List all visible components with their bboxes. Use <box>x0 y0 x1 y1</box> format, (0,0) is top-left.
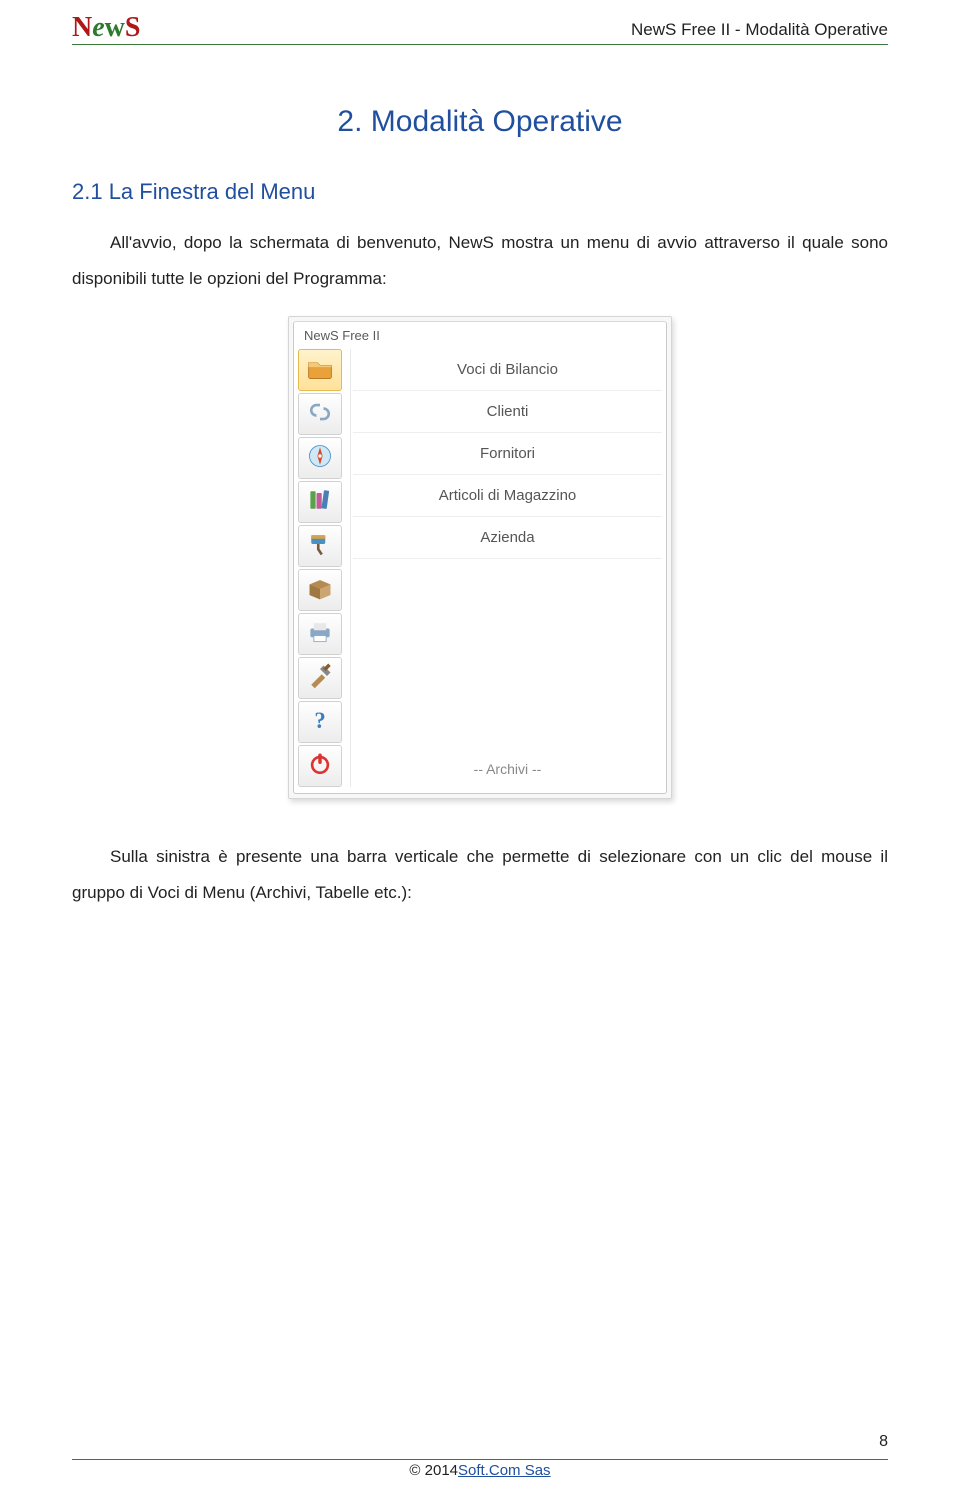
sidebar-btn-books[interactable] <box>298 481 342 523</box>
books-icon <box>306 486 334 519</box>
sidebar-btn-compass[interactable] <box>298 437 342 479</box>
page-header: NewS NewS Free II - Modalità Operative <box>72 0 888 45</box>
copyright-text: © 2014 <box>409 1462 458 1479</box>
tools-icon <box>306 662 334 695</box>
footer-link[interactable]: Soft.Com Sas <box>458 1462 551 1479</box>
sidebar: ? <box>298 349 346 787</box>
link-icon <box>306 398 334 431</box>
help-icon: ? <box>306 706 334 739</box>
chapter-title: 2. Modalità Operative <box>72 105 888 139</box>
sidebar-btn-power[interactable] <box>298 745 342 787</box>
menu-item[interactable]: Clienti <box>353 391 662 433</box>
menu-panel: Voci di Bilancio Clienti Fornitori Artic… <box>350 349 662 787</box>
page-footer: © 2014 Soft.Com Sas <box>72 1459 888 1479</box>
box-icon <box>306 574 334 607</box>
window-title: NewS Free II <box>294 322 666 347</box>
paragraph-2-text: Sulla sinistra è presente una barra vert… <box>72 847 888 902</box>
sidebar-btn-archivi[interactable] <box>298 349 342 391</box>
page-number: 8 <box>879 1433 888 1451</box>
sidebar-btn-brush[interactable] <box>298 525 342 567</box>
power-icon <box>306 750 334 783</box>
sidebar-btn-help[interactable]: ? <box>298 701 342 743</box>
printer-icon <box>306 618 334 651</box>
menu-item[interactable]: Articoli di Magazzino <box>353 475 662 517</box>
sidebar-btn-printer[interactable] <box>298 613 342 655</box>
doc-title: NewS Free II - Modalità Operative <box>631 20 888 44</box>
svg-text:?: ? <box>314 708 325 733</box>
sidebar-btn-link[interactable] <box>298 393 342 435</box>
brush-icon <box>306 530 334 563</box>
section-title: 2.1 La Finestra del Menu <box>72 179 888 205</box>
paragraph-2: Sulla sinistra è presente una barra vert… <box>72 839 888 910</box>
sidebar-btn-box[interactable] <box>298 569 342 611</box>
menu-group-label: -- Archivi -- <box>353 747 662 787</box>
logo: NewS <box>72 14 140 44</box>
screenshot-figure: NewS Free II <box>72 316 888 799</box>
menu-item[interactable]: Voci di Bilancio <box>353 349 662 391</box>
app-window: NewS Free II <box>293 321 667 794</box>
menu-item[interactable]: Fornitori <box>353 433 662 475</box>
compass-icon <box>306 442 334 475</box>
sidebar-btn-tools[interactable] <box>298 657 342 699</box>
folder-icon <box>306 354 334 387</box>
paragraph-1-text: All'avvio, dopo la schermata di benvenut… <box>72 233 888 288</box>
paragraph-1: All'avvio, dopo la schermata di benvenut… <box>72 225 888 296</box>
menu-item[interactable]: Azienda <box>353 517 662 559</box>
